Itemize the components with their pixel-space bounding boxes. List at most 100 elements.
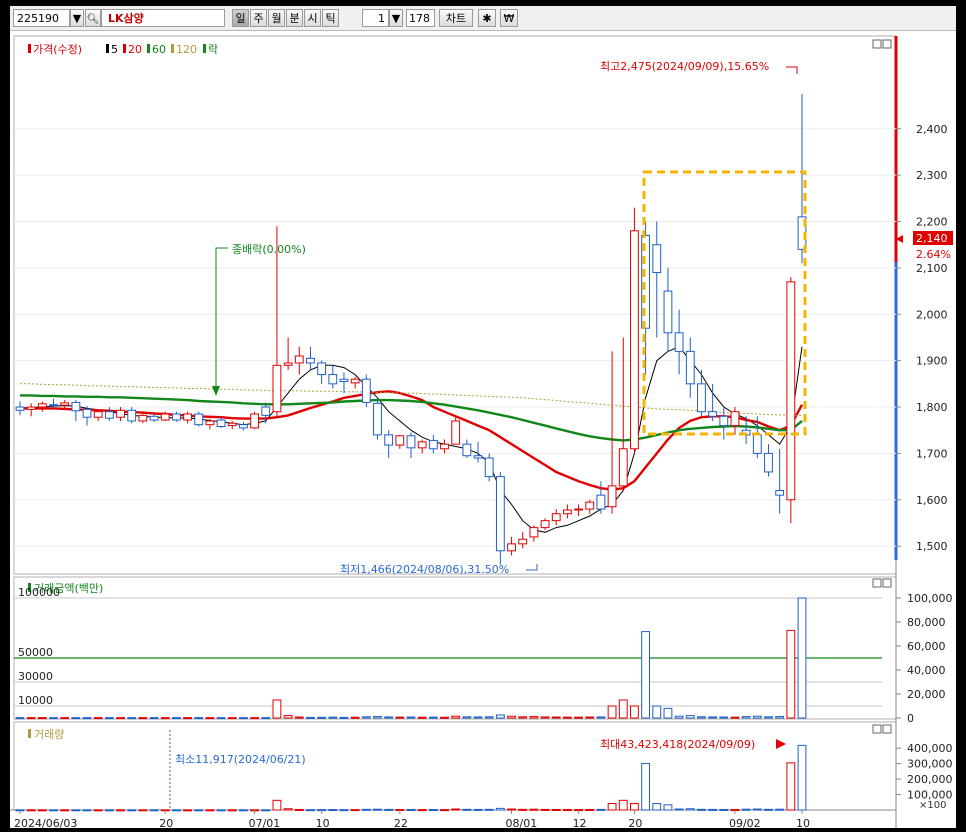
volume-bar [495,807,505,811]
amount-bar [674,715,684,719]
chart-button[interactable]: 차트 [439,9,473,27]
amount-bar [149,717,159,720]
close-icon[interactable] [882,39,892,49]
toolbar: 225190 ▼ 🔍︎ LK삼양 일 주 월 분 시 틱 1 ▼ 178 차트 … [10,6,956,31]
volume-bar [138,809,148,812]
candle-body [473,455,483,459]
volume-bar [663,804,673,811]
candle-body [127,409,137,422]
zero-drop-label: 종배락(0.00%) [232,243,306,256]
chart-area[interactable]: 가격(수정) 5 20 60 120 락 1,5001,6001,7001,80… [10,30,956,828]
volume-bar [786,762,796,811]
y-tick-label: 40,000 [907,664,946,677]
candle-body [339,378,349,383]
candle-body [227,422,237,427]
volume-bar [618,799,628,811]
amount-bar [350,716,360,719]
amount-bar [37,717,47,720]
candle-body [294,355,304,364]
candle-body [272,364,282,413]
amount-bar [183,717,192,720]
candle-body [49,404,58,407]
volume-title: 거래량 [34,728,64,741]
close-icon[interactable] [882,724,892,734]
bar-count-input[interactable]: 178 [406,9,435,27]
candle-body [317,362,327,376]
legend-swatch [171,44,174,53]
amount-bar [283,715,293,719]
volume-bar [82,809,92,812]
amount-bar [227,717,237,720]
candle-body [160,413,170,421]
volume-bar [518,808,528,811]
candle [451,416,461,445]
legend-ma20-label: 20 [128,43,142,56]
candle [373,397,382,440]
volume-bar [428,809,438,812]
y-tick-label: 1,700 [916,447,948,460]
candle [250,411,260,430]
y-tick-label: 300,000 [907,758,953,771]
amount-bar [630,705,639,719]
y-tick-label: 2,300 [916,169,948,182]
volume-bar [708,808,718,811]
code-dropdown-button[interactable]: ▼ [70,9,84,27]
amount-bar [484,716,494,719]
period-minute-tab[interactable]: 분 [286,9,303,27]
volume-bar [384,808,394,811]
minimize-icon[interactable] [872,724,882,734]
y-tick-label: 2,400 [916,123,948,136]
y-tick-label: 80,000 [907,616,946,629]
candle-body [417,441,427,449]
stock-code-input[interactable]: 225190 [13,9,70,27]
amount-bar [607,705,617,719]
amount-bar [462,716,472,719]
volume-bar [227,809,237,812]
legend-swatch [147,44,150,53]
chevron-down-icon: ▼ [391,12,401,25]
count-dropdown-button[interactable]: ▼ [389,9,403,27]
minimize-icon[interactable] [872,39,882,49]
settings-button[interactable]: ✱ [478,9,496,27]
volume-unit-label: ×100 [919,800,946,811]
candle-body [562,509,572,515]
amount-bar [160,717,170,720]
y-tick-label: 2,200 [916,216,948,229]
candle-body [261,406,271,416]
close-icon[interactable] [882,578,892,588]
volume-bar [171,809,181,812]
minimize-icon[interactable] [872,578,882,588]
x-tick-label: 12 [573,817,587,828]
candle-body [484,457,494,478]
search-icon: 🔍︎ [86,14,100,25]
candle-body [462,443,472,457]
amount-bar [272,699,282,719]
candle-body [26,406,36,410]
legend-price-label: 가격(수정) [33,43,82,56]
amount-bar [507,715,516,719]
amount-bar [250,717,260,720]
period-week-tab[interactable]: 주 [250,9,267,27]
left-level-label: 50000 [18,646,53,659]
period-count-input[interactable]: 1 [362,9,389,27]
volume-bar [417,809,427,812]
y-tick-label: 2,100 [916,262,948,275]
volume-bar [328,809,338,812]
period-tick-tab[interactable]: 틱 [322,9,339,27]
low-label: 최저1,466(2024/08/06),31.50% [340,563,509,576]
volume-bar [49,809,58,812]
amount-bar [361,716,371,719]
period-month-tab[interactable]: 월 [268,9,285,27]
search-button[interactable]: 🔍︎ [85,9,101,27]
currency-button[interactable]: ₩ [500,9,518,27]
amount-bar [428,716,438,719]
y-tick-label: 1,600 [916,494,948,507]
legend-swatch [106,44,109,53]
amount-bar [518,716,528,719]
period-day-tab[interactable]: 일 [232,9,249,27]
volume-bar [37,809,47,812]
amount-bar [440,716,449,719]
volume-bar [373,808,382,811]
legend-swatch [28,729,31,738]
period-hour-tab[interactable]: 시 [304,9,321,27]
